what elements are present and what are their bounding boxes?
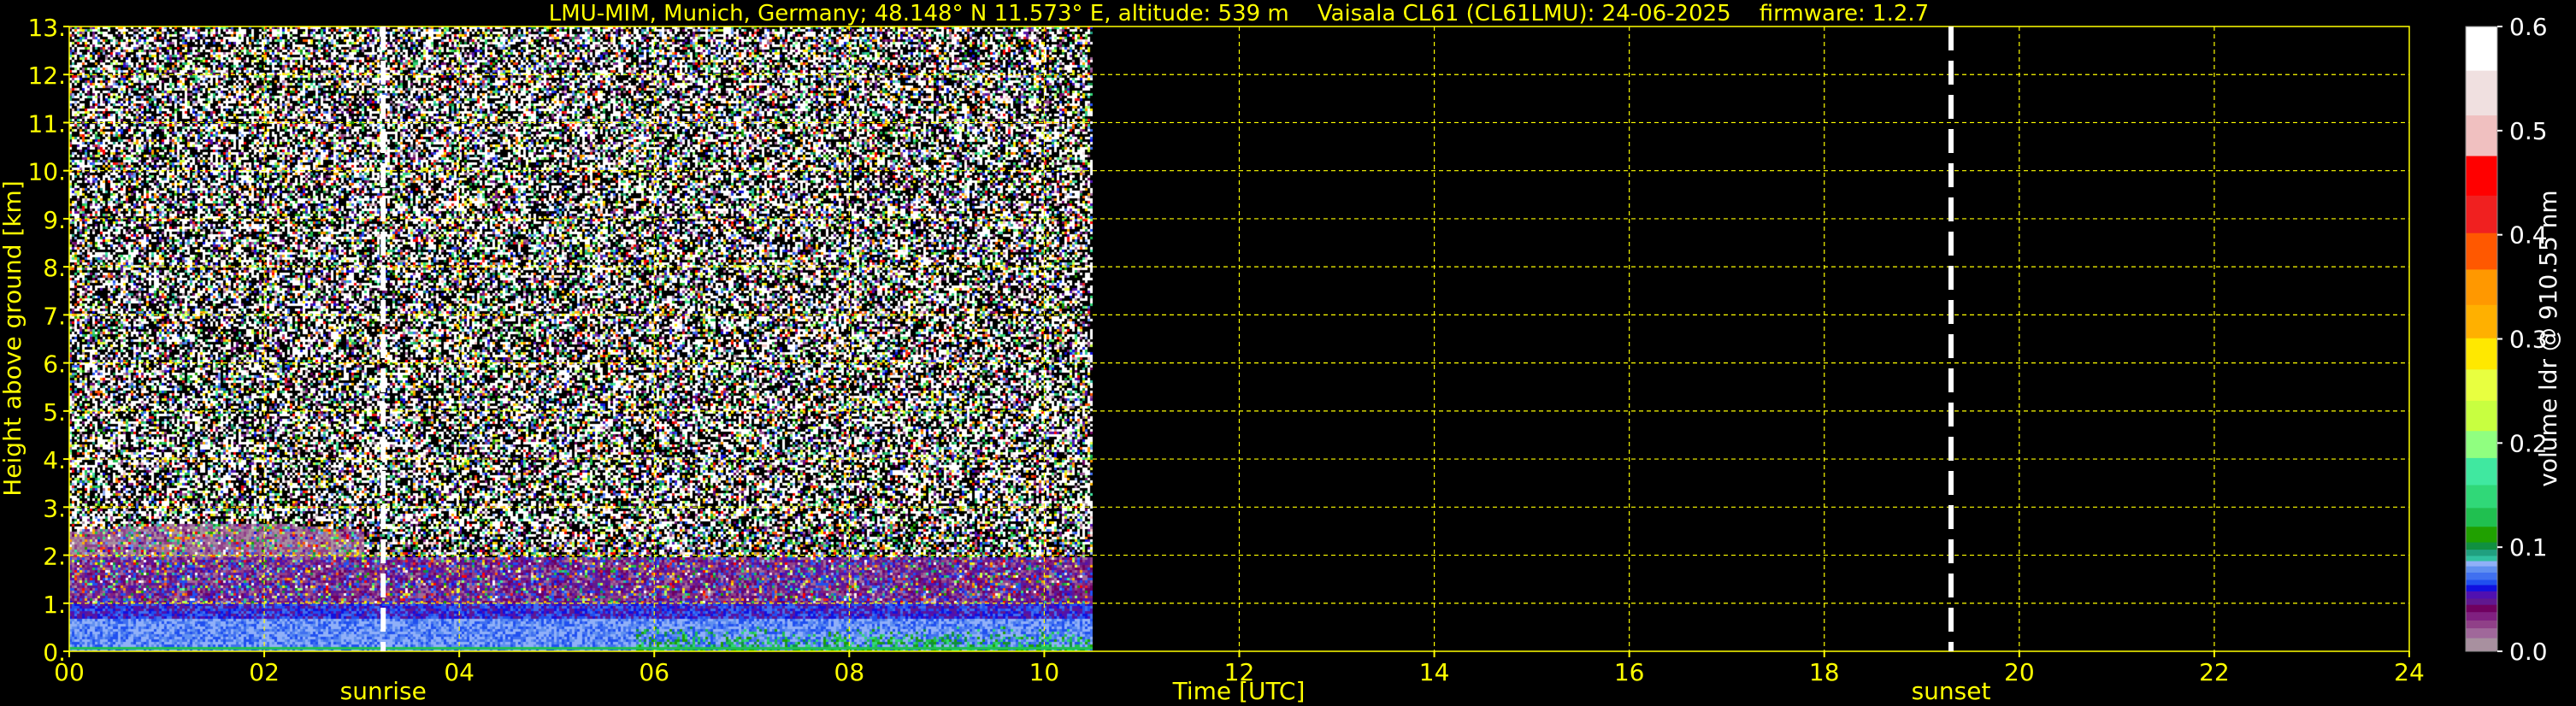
colorbar-segment — [2466, 612, 2497, 621]
colorbar-segment — [2466, 232, 2497, 269]
x-tick-label: 08 — [834, 658, 865, 686]
colorbar-segment — [2466, 338, 2497, 369]
colorbar-segment — [2466, 604, 2497, 612]
x-tick-label: 06 — [639, 658, 669, 686]
y-tick-label: 11. — [27, 109, 66, 138]
colorbar-label: volume ldr @ 910.55 nm — [2534, 190, 2562, 486]
y-tick-label: 0. — [43, 638, 66, 667]
colorbar-segment — [2466, 70, 2497, 115]
y-tick-label: 8. — [43, 254, 66, 282]
colorbar-segment — [2466, 527, 2497, 543]
y-tick-label: 1. — [43, 591, 66, 619]
y-tick-label: 10. — [27, 158, 66, 186]
x-axis-label: Time [UTC] — [1172, 677, 1306, 705]
y-tick-label: 13. — [27, 14, 66, 42]
colorbar-segment — [2466, 115, 2497, 156]
y-tick-label: 6. — [43, 350, 66, 379]
x-tick-label: 20 — [2004, 658, 2035, 686]
x-tick-label: 04 — [444, 658, 475, 686]
colorbar-segment — [2466, 195, 2497, 232]
x-tick-label: 24 — [2394, 658, 2425, 686]
colorbar-tick-label: 0.1 — [2509, 533, 2548, 562]
colorbar-segment — [2466, 542, 2497, 550]
colorbar-segment — [2466, 628, 2497, 638]
colorbar-segment — [2466, 638, 2497, 651]
y-axis-label: Height above ground [km] — [0, 180, 27, 497]
x-tick-label: 02 — [249, 658, 280, 686]
colorbar-segment — [2466, 304, 2497, 338]
chart-title: LMU-MIM, Munich, Germany; 48.148° N 11.5… — [549, 1, 1929, 26]
colorbar-segment — [2466, 585, 2497, 591]
sunset-label: sunset — [1912, 677, 1991, 705]
y-tick-label: 7. — [43, 302, 66, 330]
colorbar-segment — [2466, 561, 2497, 567]
colorbar-segment — [2466, 508, 2497, 527]
x-tick-label: 14 — [1419, 658, 1450, 686]
colorbar-tick-label: 0.5 — [2509, 117, 2548, 145]
colorbar-segment — [2466, 580, 2497, 585]
colorbar-segment — [2466, 550, 2497, 556]
colorbar-tick-label: 0.0 — [2509, 638, 2548, 666]
x-tick-label: 22 — [2199, 658, 2230, 686]
colorbar-segment — [2466, 566, 2497, 573]
colorbar-segment — [2466, 269, 2497, 305]
colorbar-segment — [2466, 572, 2497, 580]
colorbar-segment — [2466, 369, 2497, 401]
x-tick-label: 16 — [1614, 658, 1645, 686]
colorbar-tick-label: 0.6 — [2509, 13, 2548, 41]
colorbar-segment — [2466, 431, 2497, 458]
y-tick-label: 3. — [43, 494, 66, 522]
colorbar-segment — [2466, 400, 2497, 431]
colorbar-segment — [2466, 156, 2497, 196]
colorbar-segment — [2466, 591, 2497, 598]
y-tick-label: 5. — [43, 398, 66, 427]
sunrise-label: sunrise — [340, 677, 427, 705]
y-tick-label: 2. — [43, 543, 66, 571]
colorbar-segment — [2466, 598, 2497, 605]
colorbar-segment — [2466, 485, 2497, 508]
colorbar-segment — [2466, 26, 2497, 71]
x-tick-label: 10 — [1029, 658, 1060, 686]
colorbar-segment — [2466, 556, 2497, 562]
chart: LMU-MIM, Munich, Germany; 48.148° N 11.5… — [0, 0, 2576, 706]
colorbar-segment — [2466, 620, 2497, 628]
x-tick-label: 18 — [1809, 658, 1840, 686]
colorbar-segment — [2466, 457, 2497, 485]
y-tick-label: 12. — [27, 62, 66, 90]
y-tick-label: 9. — [43, 206, 66, 234]
y-tick-label: 4. — [43, 446, 66, 474]
